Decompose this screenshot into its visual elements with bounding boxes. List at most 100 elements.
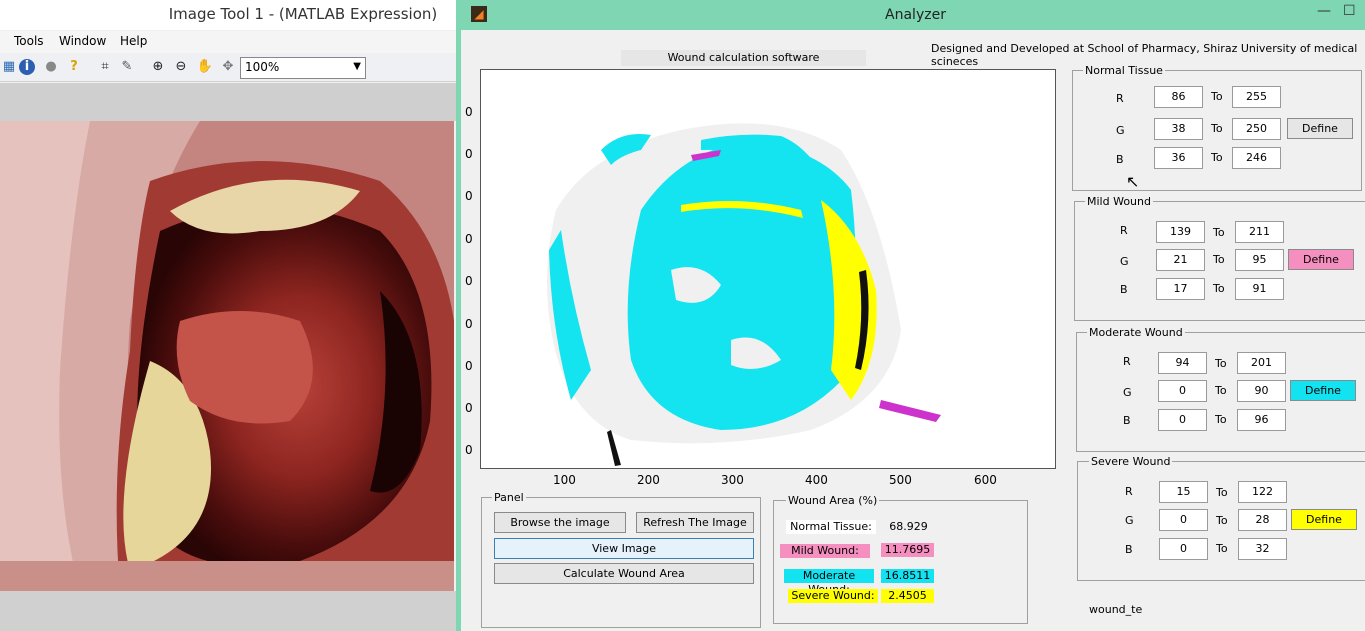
y-tick: 0 xyxy=(465,274,473,288)
r-label: R xyxy=(1125,485,1133,498)
mild-r-min-input[interactable]: 139 xyxy=(1156,221,1205,243)
maximize-icon[interactable]: ☐ xyxy=(1343,3,1356,19)
moderate-r-max-input[interactable]: 201 xyxy=(1237,352,1286,374)
normal-b-min-input[interactable]: 36 xyxy=(1154,147,1203,169)
x-tick: 300 xyxy=(721,473,744,487)
zoom-out-icon[interactable]: ⊖ xyxy=(172,58,190,76)
menu-help[interactable]: Help xyxy=(120,34,147,48)
mild-r-max-input[interactable]: 211 xyxy=(1235,221,1284,243)
mild-wound-label: Mild Wound: xyxy=(780,544,870,558)
pan-hand-icon[interactable]: ✋ xyxy=(196,58,214,76)
normal-tissue-value: 68.929 xyxy=(881,520,936,534)
plot-title: Wound calculation software xyxy=(621,50,866,66)
to-label: To xyxy=(1216,514,1228,527)
overview-icon[interactable]: ✥ xyxy=(219,58,237,76)
to-label: To xyxy=(1211,90,1223,103)
severe-r-min-input[interactable]: 15 xyxy=(1159,481,1208,503)
minimize-icon[interactable]: — xyxy=(1317,3,1331,19)
normal-tissue-label: Normal Tissue: xyxy=(786,520,876,534)
image-tool-title: Image Tool 1 - (MATLAB Expression) xyxy=(168,5,438,23)
normal-b-max-input[interactable]: 246 xyxy=(1232,147,1281,169)
wound-area-panel xyxy=(773,500,1028,624)
menu-window[interactable]: Window xyxy=(59,34,106,48)
menu-tools[interactable]: Tools xyxy=(14,34,44,48)
crop-icon[interactable]: ⌗ xyxy=(96,58,114,76)
r-label: R xyxy=(1120,224,1128,237)
analyzer-window: ◢ Analyzer — ☐ Designed and Developed at… xyxy=(456,0,1365,631)
to-label: To xyxy=(1215,413,1227,426)
info-icon[interactable]: i xyxy=(19,59,35,75)
severe-b-min-input[interactable]: 0 xyxy=(1159,538,1208,560)
g-label: G xyxy=(1125,514,1134,527)
analyzer-title: Analyzer xyxy=(885,7,946,23)
mild-g-min-input[interactable]: 21 xyxy=(1156,249,1205,271)
mild-b-max-input[interactable]: 91 xyxy=(1235,278,1284,300)
moderate-b-max-input[interactable]: 96 xyxy=(1237,409,1286,431)
moderate-r-min-input[interactable]: 94 xyxy=(1158,352,1207,374)
x-tick: 400 xyxy=(805,473,828,487)
calculate-wound-area-button[interactable]: Calculate Wound Area xyxy=(494,563,754,584)
y-tick: 0 xyxy=(465,443,473,457)
moderate-define-button[interactable]: Define xyxy=(1290,380,1356,401)
to-label: To xyxy=(1215,357,1227,370)
severe-b-max-input[interactable]: 32 xyxy=(1238,538,1287,560)
r-label: R xyxy=(1116,92,1124,105)
image-tool-window: Image Tool 1 - (MATLAB Expression) Tools… xyxy=(0,0,456,631)
zoom-in-icon[interactable]: ⊕ xyxy=(149,58,167,76)
moderate-wound-label: Moderate Wound: xyxy=(784,569,874,596)
chevron-down-icon: ▼ xyxy=(353,61,361,72)
severe-wound-value: 2.4505 xyxy=(881,589,934,603)
y-tick: 0 xyxy=(465,232,473,246)
moderate-wound-title: Moderate Wound xyxy=(1087,326,1185,339)
y-tick: 0 xyxy=(465,359,473,373)
severe-define-button[interactable]: Define xyxy=(1291,509,1357,530)
refresh-image-button[interactable]: Refresh The Image xyxy=(636,512,754,533)
to-label: To xyxy=(1216,542,1228,555)
mild-b-min-input[interactable]: 17 xyxy=(1156,278,1205,300)
moderate-b-min-input[interactable]: 0 xyxy=(1158,409,1207,431)
moderate-g-max-input[interactable]: 90 xyxy=(1237,380,1286,402)
b-label: B xyxy=(1116,153,1124,166)
help-icon[interactable]: ? xyxy=(65,58,83,76)
severe-g-min-input[interactable]: 0 xyxy=(1159,509,1208,531)
r-label: R xyxy=(1123,355,1131,368)
to-label: To xyxy=(1216,486,1228,499)
mild-wound-value: 11.7695 xyxy=(881,543,934,557)
normal-r-max-input[interactable]: 255 xyxy=(1232,86,1281,108)
to-label: To xyxy=(1213,226,1225,239)
severe-wound-title: Severe Wound xyxy=(1089,455,1173,468)
mild-g-max-input[interactable]: 95 xyxy=(1235,249,1284,271)
y-tick: 0 xyxy=(465,189,473,203)
moderate-g-min-input[interactable]: 0 xyxy=(1158,380,1207,402)
zoom-dropdown[interactable]: 100% ▼ xyxy=(240,57,366,79)
b-label: B xyxy=(1125,543,1133,556)
moderate-wound-value: 16.8511 xyxy=(881,569,934,583)
zoom-value: 100% xyxy=(245,60,280,74)
x-tick: 500 xyxy=(889,473,912,487)
footer-text: wound_te xyxy=(1089,603,1143,616)
b-label: B xyxy=(1120,283,1128,296)
normal-r-min-input[interactable]: 86 xyxy=(1154,86,1203,108)
to-label: To xyxy=(1213,282,1225,295)
to-label: To xyxy=(1213,253,1225,266)
to-label: To xyxy=(1215,384,1227,397)
measure-icon[interactable]: ✎ xyxy=(118,58,136,76)
normal-g-max-input[interactable]: 250 xyxy=(1232,118,1281,140)
mild-define-button[interactable]: Define xyxy=(1288,249,1354,270)
normal-g-min-input[interactable]: 38 xyxy=(1154,118,1203,140)
pixel-region-icon[interactable]: ▦ xyxy=(0,58,18,76)
contrast-icon[interactable]: ● xyxy=(42,58,60,76)
wound-photo xyxy=(0,121,454,591)
normal-define-button[interactable]: Define xyxy=(1287,118,1353,139)
browse-image-button[interactable]: Browse the image xyxy=(494,512,626,533)
view-image-button[interactable]: View Image xyxy=(494,538,754,559)
severe-g-max-input[interactable]: 28 xyxy=(1238,509,1287,531)
severe-r-max-input[interactable]: 122 xyxy=(1238,481,1287,503)
y-tick: 0 xyxy=(465,401,473,415)
x-tick: 100 xyxy=(553,473,576,487)
x-tick: 600 xyxy=(974,473,997,487)
y-tick: 0 xyxy=(465,317,473,331)
g-label: G xyxy=(1120,255,1129,268)
to-label: To xyxy=(1211,122,1223,135)
y-tick: 0 xyxy=(465,105,473,119)
